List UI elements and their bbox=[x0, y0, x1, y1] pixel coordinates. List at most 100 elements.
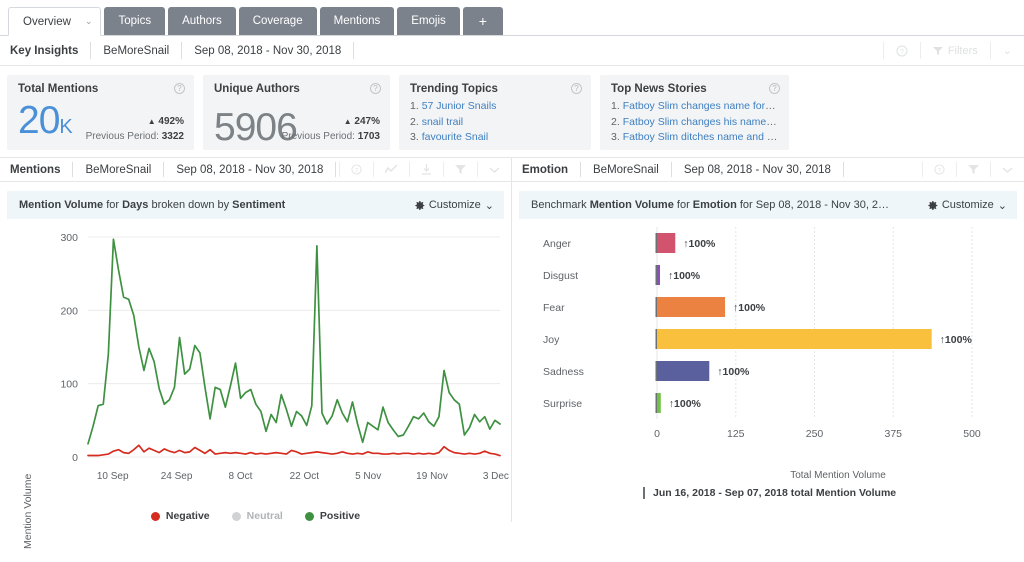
download-icon[interactable] bbox=[409, 162, 443, 177]
tab-coverage-label: Coverage bbox=[253, 15, 303, 27]
help-circle-icon[interactable]: ? bbox=[370, 83, 381, 94]
svg-text:↑100%: ↑100% bbox=[669, 398, 702, 410]
list-item: 1. 57 Junior Snails bbox=[410, 99, 580, 115]
mention-volume-line-chart: Mention Volume 010020030010 Sep24 Sep8 O… bbox=[0, 219, 511, 509]
subbar-metric: Mention Volume bbox=[590, 199, 674, 211]
line-chart-ylabel: Mention Volume bbox=[22, 474, 34, 549]
help-circle-icon[interactable]: ? bbox=[922, 162, 956, 177]
mentions-panel-actions: ? bbox=[339, 162, 511, 177]
tab-coverage[interactable]: Coverage bbox=[239, 7, 317, 35]
help-circle-icon[interactable]: ? bbox=[883, 42, 920, 59]
project-name[interactable]: BeMoreSnail bbox=[91, 42, 182, 59]
card-total-mentions: Total Mentions ? 20K ▲ 492% Previous Per… bbox=[7, 75, 194, 150]
funnel-icon bbox=[933, 46, 943, 56]
mentions-subbar-text: Mention Volume for Days broken down by S… bbox=[19, 199, 285, 211]
plus-icon: + bbox=[479, 13, 487, 29]
chevron-down-icon[interactable] bbox=[477, 162, 511, 177]
chevron-down-icon[interactable] bbox=[990, 162, 1024, 177]
emotion-footnote-label: Jun 16, 2018 - Sep 07, 2018 total Mentio… bbox=[653, 487, 896, 499]
legend-label-negative: Negative bbox=[166, 510, 210, 522]
legend-label-positive: Positive bbox=[320, 510, 360, 522]
card-unique-authors-title: Unique Authors bbox=[214, 83, 379, 95]
tab-mentions-label: Mentions bbox=[334, 15, 381, 27]
funnel-icon[interactable] bbox=[443, 162, 477, 177]
mentions-panel-daterange[interactable]: Sep 08, 2018 - Nov 30, 2018 bbox=[164, 162, 336, 177]
date-range[interactable]: Sep 08, 2018 - Nov 30, 2018 bbox=[182, 42, 354, 59]
help-circle-icon[interactable]: ? bbox=[571, 83, 582, 94]
key-insights-title: Key Insights bbox=[6, 42, 91, 59]
chevron-down-icon[interactable]: ⌄ bbox=[990, 42, 1024, 59]
emotion-bar-chart-svg: 0125250375500Anger↑100%Disgust↑100%Fear↑… bbox=[512, 219, 1024, 464]
svg-text:5 Nov: 5 Nov bbox=[355, 471, 381, 482]
help-circle-icon[interactable]: ? bbox=[174, 83, 185, 94]
card-total-mentions-value: 20K bbox=[18, 101, 72, 147]
customize-button-mentions[interactable]: Customize ⌄ bbox=[400, 199, 494, 212]
legend-item-neutral[interactable]: Neutral bbox=[232, 510, 283, 522]
subbar-metric: Mention Volume bbox=[19, 199, 103, 211]
trending-topic-link[interactable]: favourite Snail bbox=[422, 131, 489, 143]
top-news-list: 1. Fatboy Slim changes name for ch… 2. F… bbox=[611, 99, 778, 146]
list-item: 3. Fatboy Slim ditches name and wal… bbox=[611, 130, 778, 146]
emotion-panel-bar: Emotion BeMoreSnail Sep 08, 2018 - Nov 3… bbox=[512, 157, 1024, 182]
emotion-chart-xlabel: Total Mention Volume bbox=[512, 470, 1024, 481]
emotion-panel: Emotion BeMoreSnail Sep 08, 2018 - Nov 3… bbox=[512, 157, 1024, 522]
emotion-panel-daterange[interactable]: Sep 08, 2018 - Nov 30, 2018 bbox=[672, 162, 844, 177]
metric-suffix: K bbox=[59, 116, 71, 138]
trending-topics-list: 1. 57 Junior Snails 2. snail trail 3. fa… bbox=[410, 99, 580, 146]
arrow-up-icon: ▲ bbox=[344, 117, 352, 126]
emotion-benchmark-footnote: Jun 16, 2018 - Sep 07, 2018 total Mentio… bbox=[512, 487, 1024, 499]
svg-text:Sadness: Sadness bbox=[543, 366, 584, 378]
line-chart-icon[interactable] bbox=[373, 162, 409, 177]
card-trending-topics-title: Trending Topics bbox=[410, 83, 580, 95]
mentions-panel-title: Mentions bbox=[6, 162, 73, 177]
svg-text:↑100%: ↑100% bbox=[940, 334, 973, 346]
emotion-panel-project[interactable]: BeMoreSnail bbox=[581, 162, 672, 177]
news-story-link[interactable]: Fatboy Slim ditches name and wal… bbox=[623, 131, 778, 143]
trending-topic-link[interactable]: snail trail bbox=[422, 116, 463, 128]
customize-button-emotion[interactable]: Customize ⌄ bbox=[913, 199, 1007, 212]
gear-icon bbox=[927, 200, 938, 211]
svg-text:500: 500 bbox=[963, 428, 981, 440]
chevron-down-icon: ⌄ bbox=[485, 199, 494, 212]
card-unique-authors-stats: ▲ 247% Previous Period: 1703 bbox=[282, 114, 380, 144]
tab-authors[interactable]: Authors bbox=[168, 7, 236, 35]
previous-period: Previous Period: 1703 bbox=[282, 129, 380, 144]
news-story-link[interactable]: Fatboy Slim changes name for ch… bbox=[623, 100, 778, 112]
add-tab-button[interactable]: + bbox=[463, 7, 503, 35]
funnel-icon[interactable] bbox=[956, 162, 990, 177]
svg-text:?: ? bbox=[900, 49, 904, 56]
line-chart-legend: Negative Neutral Positive bbox=[0, 510, 511, 522]
summary-cards: Total Mentions ? 20K ▲ 492% Previous Per… bbox=[0, 66, 1024, 157]
subbar-dimension: Emotion bbox=[693, 199, 737, 211]
svg-text:19 Nov: 19 Nov bbox=[416, 471, 448, 482]
emotion-panel-actions: ? bbox=[922, 162, 1024, 177]
list-item: 2. snail trail bbox=[410, 115, 580, 131]
tab-mentions[interactable]: Mentions bbox=[320, 7, 395, 35]
filters-button[interactable]: Filters bbox=[920, 42, 990, 59]
trending-topic-link[interactable]: 57 Junior Snails bbox=[422, 100, 497, 112]
tab-authors-label: Authors bbox=[182, 15, 222, 27]
tab-emojis-label: Emojis bbox=[411, 15, 446, 27]
card-top-news-stories: Top News Stories ? 1. Fatboy Slim change… bbox=[600, 75, 789, 150]
legend-item-positive[interactable]: Positive bbox=[305, 510, 360, 522]
key-insights-actions: ? Filters ⌄ bbox=[883, 42, 1024, 59]
arrow-up-icon: ▲ bbox=[148, 117, 156, 126]
legend-item-negative[interactable]: Negative bbox=[151, 510, 210, 522]
tab-emojis[interactable]: Emojis bbox=[397, 7, 460, 35]
emotion-panel-title: Emotion bbox=[518, 162, 581, 177]
gear-icon bbox=[414, 200, 425, 211]
svg-text:200: 200 bbox=[60, 305, 78, 317]
tab-topics[interactable]: Topics bbox=[104, 7, 165, 35]
news-story-link[interactable]: Fatboy Slim changes his name - a… bbox=[623, 116, 778, 128]
svg-text:↑100%: ↑100% bbox=[733, 302, 766, 314]
svg-text:?: ? bbox=[355, 167, 359, 174]
svg-text:250: 250 bbox=[806, 428, 824, 440]
help-circle-icon[interactable]: ? bbox=[769, 83, 780, 94]
tab-overview[interactable]: Overview ⌄ bbox=[8, 7, 101, 36]
previous-period: Previous Period: 3322 bbox=[86, 129, 184, 144]
help-circle-icon[interactable]: ? bbox=[339, 162, 373, 177]
mentions-panel-project[interactable]: BeMoreSnail bbox=[73, 162, 164, 177]
chevron-down-icon[interactable]: ⌄ bbox=[85, 16, 93, 27]
tab-overview-label: Overview bbox=[23, 16, 71, 28]
card-unique-authors: Unique Authors ? 5906 ▲ 247% Previous Pe… bbox=[203, 75, 390, 150]
